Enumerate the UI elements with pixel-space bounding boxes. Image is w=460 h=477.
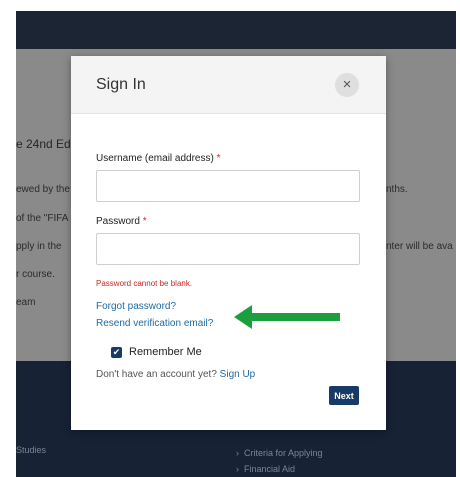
required-marker: * xyxy=(142,216,147,227)
site-header xyxy=(16,11,456,49)
background-heading: e 24nd Edi xyxy=(16,137,74,151)
footer-link-criteria[interactable]: › Criteria for Applying xyxy=(236,448,323,458)
background-text-line: pply in the xyxy=(16,241,62,252)
username-label: Username (email address) * xyxy=(96,153,221,164)
footer-link-financial-aid[interactable]: › Financial Aid xyxy=(236,464,295,474)
modal-header: Sign In × xyxy=(71,56,386,114)
background-text-line: nter will be ava xyxy=(386,241,453,252)
green-arrow-icon xyxy=(234,305,340,329)
modal-title: Sign In xyxy=(96,76,146,93)
remember-me-checkbox[interactable]: ✔ Remember Me xyxy=(111,345,202,359)
password-label: Password * xyxy=(96,216,147,227)
username-input[interactable] xyxy=(96,170,360,202)
background-text-line: of the "FIFA M xyxy=(16,213,80,224)
signup-prompt: Don't have an account yet? Sign Up xyxy=(96,369,256,380)
resend-verification-link[interactable]: Resend verification email? xyxy=(96,318,213,329)
background-text-line: ewed by the xyxy=(16,184,70,195)
next-button[interactable]: Next xyxy=(329,386,359,405)
background-text-line: eam xyxy=(16,297,36,308)
background-text-line: nths. xyxy=(386,184,408,195)
required-marker: * xyxy=(216,153,221,164)
footer-link[interactable]: Studies xyxy=(16,445,46,455)
background-text-line: r course. xyxy=(16,269,55,280)
close-icon: × xyxy=(342,76,352,93)
close-button[interactable]: × xyxy=(335,73,359,97)
sign-in-modal: Sign In × Username (email address) * Pas… xyxy=(71,56,386,430)
signup-link[interactable]: Sign Up xyxy=(220,369,256,380)
password-input[interactable] xyxy=(96,233,360,265)
remember-me-label: Remember Me xyxy=(129,346,202,358)
password-error: Password cannot be blank. xyxy=(96,279,193,288)
forgot-password-link[interactable]: Forgot password? xyxy=(96,301,176,312)
checkbox-checked-icon[interactable]: ✔ xyxy=(111,346,122,358)
